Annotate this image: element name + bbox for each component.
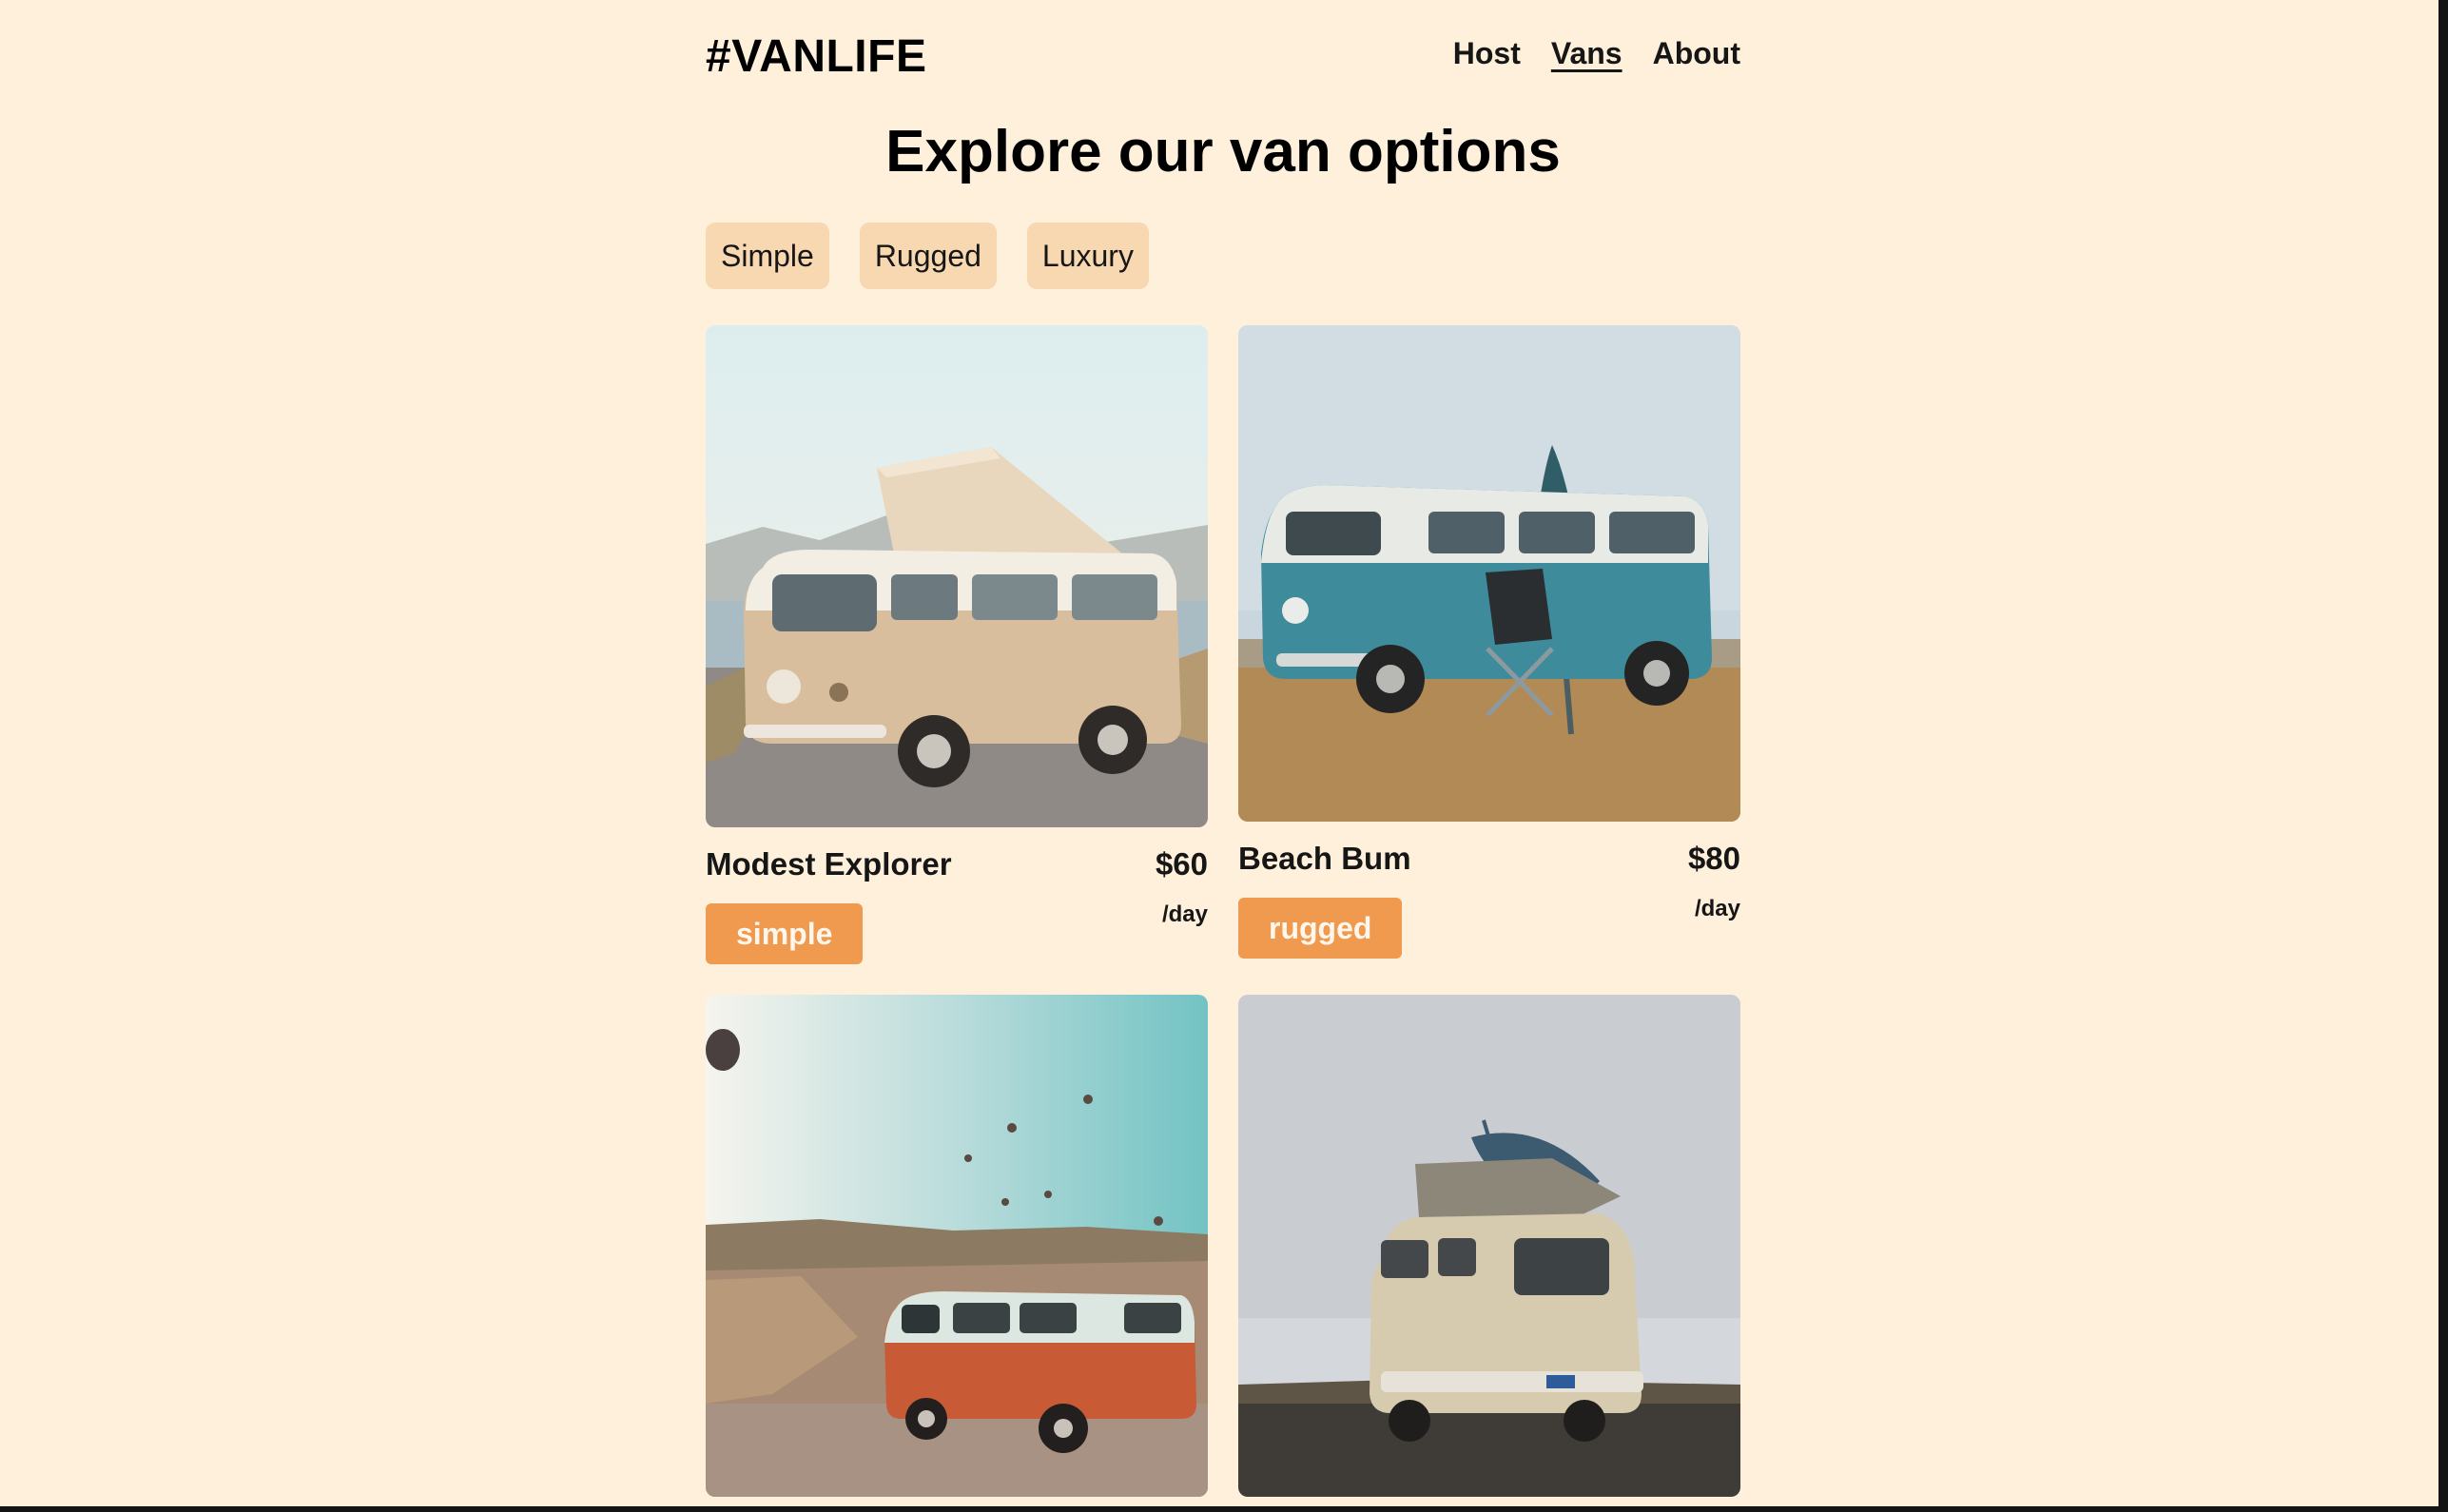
window-edge <box>2438 0 2448 1512</box>
main-nav: Host Vans About <box>1453 36 1740 71</box>
van-type-badge[interactable]: simple <box>706 903 864 964</box>
van-photo-teal-van[interactable] <box>1238 325 1740 822</box>
van-type-badge[interactable]: rugged <box>1238 898 1403 959</box>
window-edge-bottom <box>0 1506 2448 1512</box>
filter-bar: Simple Rugged Luxury <box>706 223 1149 289</box>
page-title: Explore our van options <box>885 119 1561 184</box>
van-card-modest-explorer[interactable]: Modest Explorer $60 /day simple <box>706 325 1208 964</box>
site-header: #VANLIFE Host Vans About <box>706 27 1740 95</box>
nav-link-host[interactable]: Host <box>1453 36 1521 71</box>
van-photo-cream-van-surfboard[interactable] <box>1238 995 1740 1497</box>
logo[interactable]: #VANLIFE <box>706 30 926 83</box>
filter-simple-button[interactable]: Simple <box>706 223 829 289</box>
filter-luxury-button[interactable]: Luxury <box>1026 223 1149 289</box>
nav-link-vans[interactable]: Vans <box>1551 36 1622 71</box>
van-name: Beach Bum <box>1238 841 1411 876</box>
van-price: $60 <box>1155 846 1208 882</box>
van-card-beach-bum[interactable]: Beach Bum $80 /day rugged <box>1238 325 1740 959</box>
price-unit: /day <box>1161 901 1208 927</box>
price-unit: /day <box>1694 896 1740 921</box>
filter-rugged-button[interactable]: Rugged <box>859 223 997 289</box>
van-photo-beige-campervan[interactable] <box>706 325 1208 827</box>
van-photo-red-van-balloons[interactable] <box>706 995 1208 1497</box>
van-card-red-van[interactable] <box>706 995 1208 1497</box>
van-card-cream-van[interactable] <box>1238 995 1740 1497</box>
van-info: Modest Explorer $60 /day simple <box>706 846 1208 964</box>
van-name: Modest Explorer <box>706 846 952 882</box>
nav-link-about[interactable]: About <box>1653 36 1740 71</box>
van-info: Beach Bum $80 /day rugged <box>1238 841 1740 959</box>
van-price: $80 <box>1687 841 1740 876</box>
